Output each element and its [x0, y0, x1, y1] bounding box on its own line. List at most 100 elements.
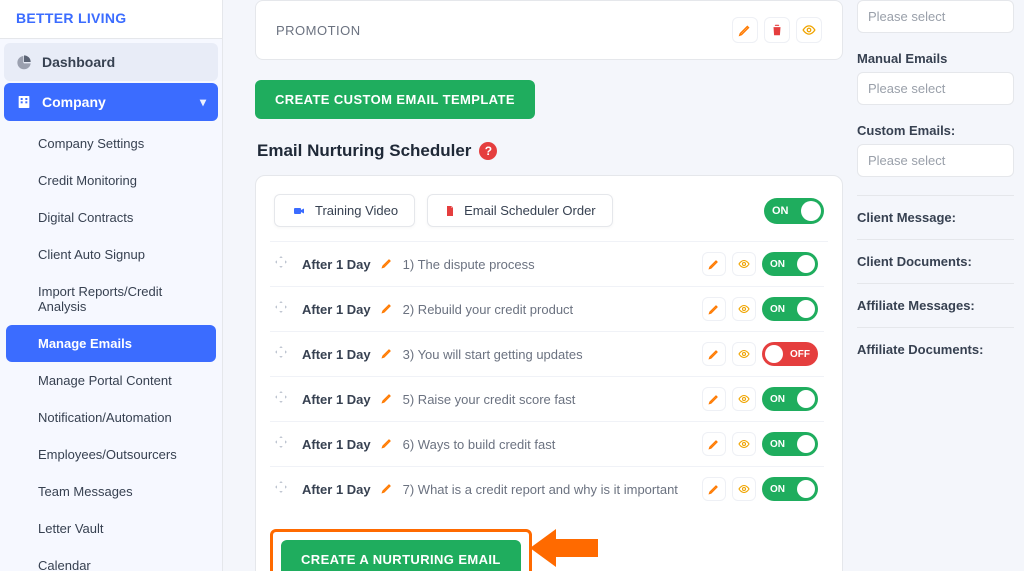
manual-emails-select[interactable]: Please select: [857, 72, 1014, 105]
sidebar-item-dashboard[interactable]: Dashboard: [4, 43, 218, 81]
view-button[interactable]: [796, 17, 822, 43]
row-actions: ON: [702, 387, 818, 411]
row-edit-button[interactable]: [702, 342, 726, 366]
sidebar: BETTER LIVING Dashboard Company ▾ Compan…: [0, 0, 223, 571]
right-panel-link[interactable]: Affiliate Documents:: [857, 327, 1014, 371]
create-custom-template-button[interactable]: CREATE CUSTOM EMAIL TEMPLATE: [255, 80, 535, 119]
chevron-down-icon: ▾: [200, 95, 206, 109]
scheduler-title-row: Email Nurturing Scheduler ?: [257, 141, 843, 161]
right-panel-link[interactable]: Client Message:: [857, 195, 1014, 239]
pencil-icon[interactable]: [381, 257, 393, 272]
sidebar-sub-item[interactable]: Import Reports/Credit Analysis: [6, 273, 216, 325]
toggle-label: ON: [770, 259, 785, 270]
promotion-actions: [732, 17, 822, 43]
row-edit-button[interactable]: [702, 477, 726, 501]
sidebar-sub-item[interactable]: Notification/Automation: [6, 399, 216, 436]
sidebar-item-label: Company: [42, 94, 106, 110]
delete-button[interactable]: [764, 17, 790, 43]
manual-emails-label: Manual Emails: [857, 51, 1014, 66]
row-toggle[interactable]: ON: [762, 252, 818, 276]
row-toggle[interactable]: ON: [762, 432, 818, 456]
row-view-button[interactable]: [732, 342, 756, 366]
right-panel-link[interactable]: Client Documents:: [857, 239, 1014, 283]
custom-emails-block: Custom Emails: Please select: [857, 123, 1014, 177]
custom-emails-select[interactable]: Please select: [857, 144, 1014, 177]
promotion-card: PROMOTION: [255, 0, 843, 60]
sidebar-sub-item[interactable]: Company Settings: [6, 125, 216, 162]
edit-button[interactable]: [732, 17, 758, 43]
custom-emails-label: Custom Emails:: [857, 123, 1014, 138]
scheduler-row: After 1 Day2) Rebuild your credit produc…: [270, 287, 824, 332]
right-panel-link[interactable]: Affiliate Messages:: [857, 283, 1014, 327]
row-edit-button[interactable]: [702, 252, 726, 276]
sidebar-sub-item[interactable]: Letter Vault: [6, 510, 216, 547]
row-actions: ON: [702, 252, 818, 276]
sidebar-nav: Dashboard Company ▾ Company SettingsCred…: [0, 39, 222, 571]
row-actions: ON: [702, 297, 818, 321]
drag-handle-icon[interactable]: [274, 300, 288, 319]
sidebar-sub-item[interactable]: Manage Emails: [6, 325, 216, 362]
drag-handle-icon[interactable]: [274, 255, 288, 274]
toggle-label: ON: [770, 439, 785, 450]
sidebar-sub-item[interactable]: Team Messages: [6, 473, 216, 510]
drag-handle-icon[interactable]: [274, 345, 288, 364]
toggle-label: ON: [772, 205, 789, 217]
sidebar-sub-item[interactable]: Client Auto Signup: [6, 236, 216, 273]
sidebar-company-submenu: Company SettingsCredit MonitoringDigital…: [4, 123, 218, 571]
create-nurturing-email-button[interactable]: CREATE A NURTURING EMAIL: [281, 540, 521, 571]
row-view-button[interactable]: [732, 252, 756, 276]
right-panel-links: Client Message:Client Documents:Affiliat…: [857, 195, 1014, 371]
toggle-label: ON: [770, 484, 785, 495]
training-video-label: Training Video: [315, 203, 398, 218]
row-view-button[interactable]: [732, 387, 756, 411]
scheduler-rows: After 1 Day1) The dispute processONAfter…: [270, 241, 828, 503]
scheduler-card-header: Training Video Email Scheduler Order ON: [270, 190, 828, 241]
help-icon[interactable]: ?: [479, 142, 497, 160]
highlight-box: CREATE A NURTURING EMAIL: [270, 529, 532, 571]
scheduler-row: After 1 Day1) The dispute processON: [270, 242, 824, 287]
pencil-icon[interactable]: [381, 302, 393, 317]
toggle-label: OFF: [790, 349, 810, 360]
sidebar-item-company[interactable]: Company ▾: [4, 83, 218, 121]
callout-arrow-icon: [530, 525, 598, 571]
row-view-button[interactable]: [732, 477, 756, 501]
row-toggle[interactable]: ON: [762, 387, 818, 411]
automated-emails-select[interactable]: Please select: [857, 0, 1014, 33]
scheduler-row: After 1 Day 6) Ways to build credit fast O…: [270, 422, 824, 467]
drag-handle-icon[interactable]: [274, 480, 288, 499]
row-toggle[interactable]: ON: [762, 477, 818, 501]
pencil-icon[interactable]: [381, 482, 393, 497]
row-actions: ON: [702, 432, 818, 456]
scheduler-order-button[interactable]: Email Scheduler Order: [427, 194, 613, 227]
pencil-icon[interactable]: [381, 437, 393, 452]
scheduler-row: After 1 Day5) Raise your credit score fa…: [270, 377, 824, 422]
row-description: 6) Ways to build credit fast: [403, 437, 556, 452]
master-toggle[interactable]: ON: [764, 198, 824, 224]
row-edit-button[interactable]: [702, 297, 726, 321]
row-actions: OFF: [702, 342, 818, 366]
sidebar-item-label: Dashboard: [42, 54, 115, 70]
toggle-label: ON: [770, 394, 785, 405]
row-edit-button[interactable]: [702, 387, 726, 411]
training-video-button[interactable]: Training Video: [274, 194, 415, 227]
drag-handle-icon[interactable]: [274, 390, 288, 409]
sidebar-sub-item[interactable]: Employees/Outsourcers: [6, 436, 216, 473]
sidebar-sub-item[interactable]: Manage Portal Content: [6, 362, 216, 399]
pencil-icon[interactable]: [381, 347, 393, 362]
automated-emails-block: Please select: [857, 0, 1014, 33]
row-edit-button[interactable]: [702, 432, 726, 456]
row-toggle[interactable]: OFF: [762, 342, 818, 366]
sidebar-sub-item[interactable]: Digital Contracts: [6, 199, 216, 236]
row-after-label: After 1 Day: [302, 437, 371, 452]
row-view-button[interactable]: [732, 297, 756, 321]
drag-handle-icon[interactable]: [274, 435, 288, 454]
row-toggle[interactable]: ON: [762, 297, 818, 321]
row-view-button[interactable]: [732, 432, 756, 456]
row-after-label: After 1 Day: [302, 257, 371, 272]
row-description: 2) Rebuild your credit product: [403, 302, 574, 317]
brand-logo: BETTER LIVING: [0, 0, 222, 39]
sidebar-sub-item[interactable]: Calendar: [6, 547, 216, 571]
sidebar-sub-item[interactable]: Credit Monitoring: [6, 162, 216, 199]
pencil-icon[interactable]: [381, 392, 393, 407]
scheduler-card: Training Video Email Scheduler Order ON …: [255, 175, 843, 571]
